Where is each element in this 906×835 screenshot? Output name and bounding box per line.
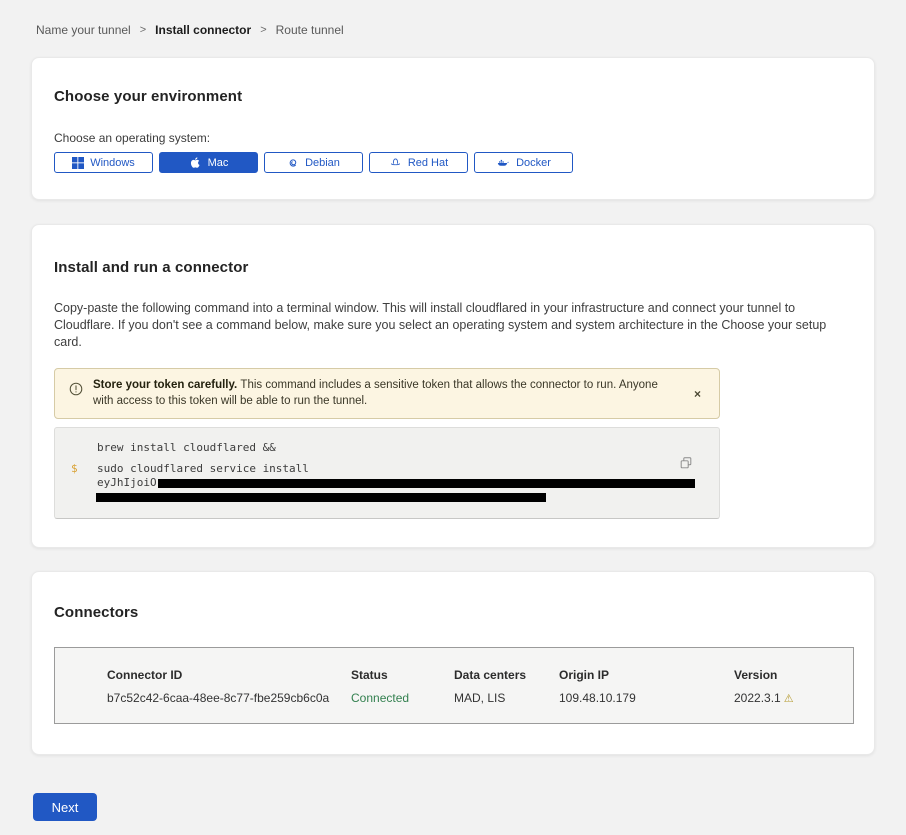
token-warning-title: Store your token carefully. [93,379,240,391]
next-button[interactable]: Next [33,793,97,821]
install-connector-title: Install and run a connector [54,259,852,276]
breadcrumb-name-your-tunnel[interactable]: Name your tunnel [36,23,131,37]
redacted-token-bar [96,493,546,502]
os-button-windows[interactable]: Windows [54,152,153,173]
connector-id-value: b7c52c42-6caa-48ee-8c77-fbe259cb6c0a [107,691,351,705]
breadcrumb-separator: > [260,24,266,36]
warning-triangle-icon: ⚠ [784,693,794,705]
data-centers-value: MAD, LIS [454,691,559,705]
code-line-1: brew install cloudflared && [71,441,679,455]
close-icon[interactable]: × [688,386,707,402]
shell-prompt: $ [71,462,97,476]
status-badge: Connected [351,691,454,705]
os-button-label: Windows [90,157,135,169]
install-connector-card: Install and run a connector Copy-paste t… [31,224,875,548]
breadcrumb-route-tunnel[interactable]: Route tunnel [276,23,344,37]
os-button-label: Red Hat [408,157,448,169]
os-button-label: Mac [208,157,229,169]
code-line-token: eyJhIjoiO [71,476,679,490]
alert-circle-icon [69,382,83,401]
install-command-code-block: brew install cloudflared && $sudo cloudf… [54,427,720,519]
choose-environment-title: Choose your environment [54,88,852,105]
connectors-title: Connectors [54,604,852,621]
choose-environment-card: Choose your environment Choose an operat… [31,57,875,200]
os-button-debian[interactable]: Debian [264,152,363,173]
connectors-card: Connectors Connector ID Status Data cent… [31,571,875,755]
breadcrumb-separator: > [140,24,146,36]
column-header-origin-ip: Origin IP [559,668,734,682]
os-select-label: Choose an operating system: [54,131,852,145]
os-button-group: Windows Mac Debian Red Hat Docker [54,152,852,173]
column-header-data-centers: Data centers [454,668,559,682]
version-value: 2022.3.1⚠ [734,691,853,705]
code-line-token-2 [71,490,679,504]
redhat-icon [389,156,402,169]
origin-ip-value: 109.48.10.179 [559,691,734,705]
token-warning-text: Store your token carefully. This command… [93,378,669,409]
column-header-connector-id: Connector ID [107,668,351,682]
column-header-version: Version [734,668,853,682]
debian-icon [287,157,299,169]
connectors-table: Connector ID Status Data centers Origin … [54,647,854,724]
os-button-label: Debian [305,157,340,169]
table-header-row: Connector ID Status Data centers Origin … [55,668,853,682]
install-connector-description: Copy-paste the following command into a … [54,300,851,351]
docker-icon [496,156,510,169]
os-button-redhat[interactable]: Red Hat [369,152,468,173]
redacted-token-bar [158,479,695,488]
breadcrumb: Name your tunnel > Install connector > R… [0,0,906,37]
table-row: b7c52c42-6caa-48ee-8c77-fbe259cb6c0a Con… [55,691,853,705]
windows-icon [72,157,84,169]
breadcrumb-install-connector[interactable]: Install connector [155,23,251,37]
copy-icon[interactable] [679,456,693,470]
os-button-docker[interactable]: Docker [474,152,573,173]
token-warning-banner: Store your token carefully. This command… [54,368,720,419]
column-header-status: Status [351,668,454,682]
os-button-mac[interactable]: Mac [159,152,258,173]
os-button-label: Docker [516,157,551,169]
code-line-2: $sudo cloudflared service install [71,462,679,476]
apple-icon [189,156,202,169]
